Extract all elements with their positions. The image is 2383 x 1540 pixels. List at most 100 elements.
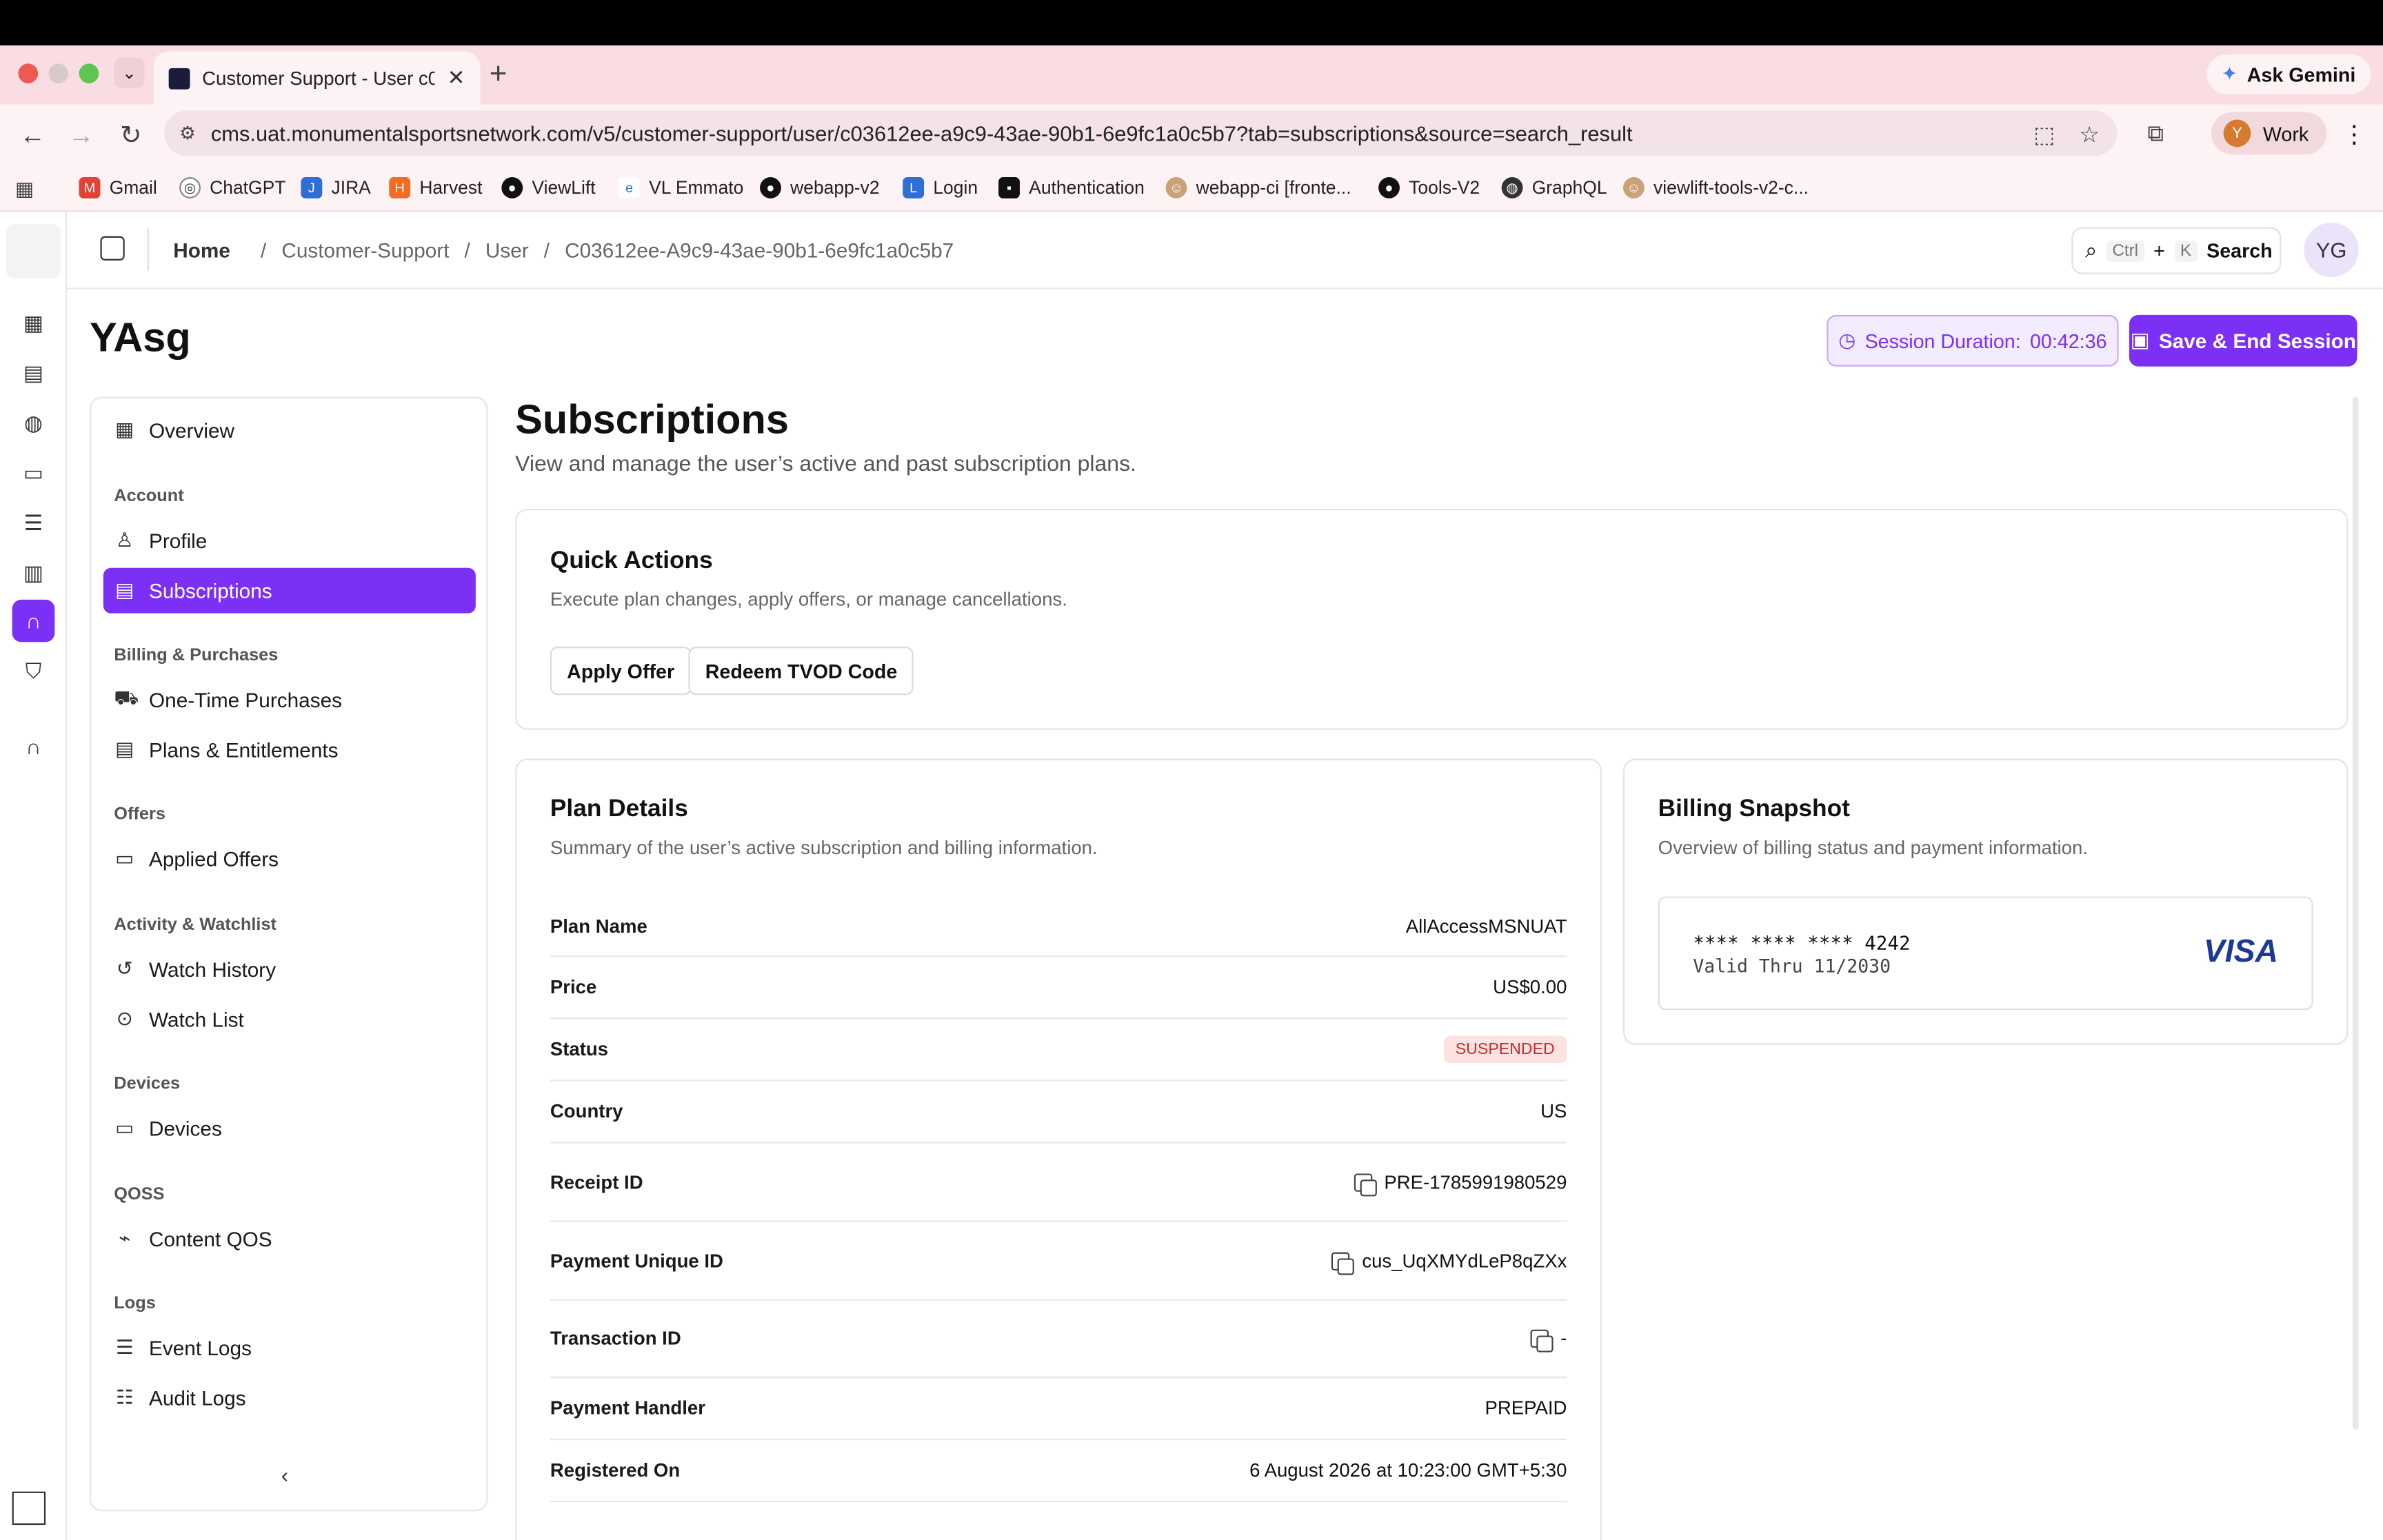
play-circle-icon: ⊙: [116, 1006, 133, 1030]
breadcrumb-home[interactable]: Home: [173, 239, 230, 262]
close-window-icon[interactable]: [18, 63, 39, 83]
nav-item-profile[interactable]: ♙ Profile: [103, 518, 476, 563]
redeem-tvod-code-button[interactable]: Redeem TVOD Code: [688, 646, 914, 696]
section-subtitle: View and manage the user’s active and pa…: [515, 452, 1136, 477]
nav-item-devices[interactable]: ▭ Devices: [103, 1106, 476, 1151]
bookmark-graphql[interactable]: ◍ GraphQL: [1501, 177, 1607, 199]
main-scrollbar[interactable]: [2352, 396, 2359, 1430]
plan-details-title: Plan Details: [550, 796, 688, 822]
screen: ⌄ Customer Support - User c03 ✕ + ✦ Ask …: [0, 0, 2383, 1540]
wallet-icon[interactable]: ▭: [12, 452, 55, 494]
nav-item-audit-logs[interactable]: ☷ Audit Logs: [103, 1375, 476, 1421]
bookmark-gmail[interactable]: M Gmail: [79, 177, 157, 199]
support-headset-icon[interactable]: ∩: [12, 725, 55, 768]
bookmark-tools-v2[interactable]: ● Tools-V2: [1378, 177, 1480, 199]
nav-item-one-time-purchases[interactable]: ⛟ One-Time Purchases: [103, 677, 476, 722]
tab-search-chevron-icon[interactable]: ⌄: [114, 57, 145, 88]
minimize-window-icon[interactable]: [48, 63, 69, 83]
bookmark-viewlift-tools[interactable]: ☺ viewlift-tools-v2-c...: [1622, 177, 1809, 199]
plan-row-value: US: [1540, 1101, 1567, 1122]
reload-icon[interactable]: ↻: [120, 121, 141, 152]
login-icon: L: [903, 177, 925, 199]
bookmark-jira[interactable]: J JIRA: [301, 177, 371, 199]
url-omnibox[interactable]: ⚙ cms.uat.monumentalsportsnetwork.com/v5…: [164, 110, 2118, 156]
maximize-window-icon[interactable]: [79, 63, 99, 83]
shield-icon[interactable]: ⛉: [12, 649, 55, 692]
session-duration-label: Session Duration:: [1864, 329, 2021, 352]
copy-icon[interactable]: [1331, 1251, 1355, 1275]
apply-offer-button[interactable]: Apply Offer: [550, 646, 692, 696]
nav-item-watch-list[interactable]: ⊙ Watch List: [103, 996, 476, 1042]
user-avatar[interactable]: YG: [2304, 222, 2359, 277]
extensions-puzzle-icon[interactable]: ⧉: [2147, 121, 2164, 147]
bookmark-webapp-v2[interactable]: ● webapp-v2: [760, 177, 880, 199]
nav-item-content-qos[interactable]: ⌁ Content QOS: [103, 1216, 476, 1262]
film-icon[interactable]: ▤: [12, 352, 55, 394]
plan-row-value: PRE-1785991980529: [1384, 1171, 1567, 1193]
bookmark-authentication[interactable]: ▪ Authentication: [998, 177, 1145, 199]
breadcrumb-separator: /: [543, 239, 550, 263]
close-tab-icon[interactable]: ✕: [448, 65, 465, 90]
bookmark-login[interactable]: L Login: [903, 177, 978, 199]
forward-arrow-icon[interactable]: →: [68, 121, 94, 152]
new-tab-plus-icon[interactable]: +: [490, 57, 507, 92]
browser-tab[interactable]: Customer Support - User c03 ✕: [153, 51, 481, 105]
headset-icon[interactable]: ∩: [12, 599, 55, 642]
apps-grid-icon[interactable]: ▦: [15, 177, 34, 201]
search-icon: ⌕: [2085, 237, 2098, 263]
nav-item-plans-entitlements[interactable]: ▤ Plans & Entitlements: [103, 727, 476, 772]
browser-menu-kebab-icon[interactable]: ⋮: [2342, 120, 2366, 150]
profile-label: Work: [2262, 121, 2309, 145]
sidebar-toggle-icon[interactable]: [100, 236, 125, 261]
collapse-sidebar-chevron-icon[interactable]: ‹: [281, 1463, 288, 1487]
nav-item-subscriptions[interactable]: ▤ Subscriptions: [103, 567, 476, 614]
copy-icon[interactable]: [1530, 1329, 1554, 1352]
plan-row-value: US$0.00: [1493, 976, 1567, 998]
breadcrumb-user[interactable]: User: [485, 239, 529, 262]
plan-row: Payment Handler PREPAID: [550, 1378, 1567, 1441]
plan-row-label: Receipt ID: [550, 1171, 643, 1193]
nav-item-watch-history[interactable]: ↺ Watch History: [103, 946, 476, 992]
layout-icon[interactable]: ▥: [12, 551, 55, 594]
ask-gemini-button[interactable]: ✦ Ask Gemini: [2206, 54, 2371, 94]
github-icon: ●: [760, 177, 781, 199]
bookmark-star-icon[interactable]: ☆: [2079, 121, 2100, 148]
globe-icon[interactable]: ◍: [12, 401, 55, 444]
breadcrumb-separator: /: [464, 239, 470, 263]
session-duration-badge: ◷ Session Duration: 00:42:36: [1827, 314, 2119, 367]
save-end-session-button[interactable]: ▣ Save & End Session: [2129, 314, 2357, 367]
tab-title: Customer Support - User c03: [202, 67, 435, 89]
card-valid-thru: Valid Thru 11/2030: [1693, 955, 1891, 977]
plan-row: Status SUSPENDED: [550, 1019, 1567, 1082]
breadcrumb-customer-support[interactable]: Customer-Support: [281, 239, 449, 262]
chatgpt-icon: ◎: [179, 177, 201, 199]
jenkins-icon: ☺: [1165, 177, 1187, 199]
breadcrumb-separator: /: [261, 239, 267, 263]
jira-icon: J: [301, 177, 323, 199]
profile-button[interactable]: Y Work: [2211, 112, 2327, 155]
overview-grid-icon: ▦: [115, 418, 134, 441]
bookmark-webapp-ci[interactable]: ☺ webapp-ci [fronte...: [1165, 177, 1351, 199]
nav-item-applied-offers[interactable]: ▭ Applied Offers: [103, 836, 476, 882]
install-app-icon[interactable]: ⬚: [2033, 121, 2055, 148]
dashboard-grid-icon[interactable]: ▦: [12, 301, 55, 344]
checklist-icon: ☷: [115, 1385, 134, 1408]
bookmark-viewlift[interactable]: ● ViewLift: [501, 177, 596, 199]
plan-row: Payment Unique ID cus_UqXMYdLeP8qZXx: [550, 1222, 1567, 1301]
kbd-plus: +: [2153, 239, 2165, 263]
session-duration-value: 00:42:36: [2029, 329, 2107, 352]
copy-icon[interactable]: [1354, 1173, 1377, 1196]
bookmark-vl-emmato[interactable]: e VL Emmato: [619, 177, 743, 199]
plan-row-label: Payment Unique ID: [550, 1250, 723, 1272]
sliders-icon[interactable]: ☰: [12, 501, 55, 544]
nav-item-overview[interactable]: ▦ Overview: [103, 407, 476, 453]
global-search-button[interactable]: ⌕ Ctrl + K Search: [2071, 227, 2282, 274]
site-settings-icon[interactable]: ⚙: [179, 123, 196, 144]
back-arrow-icon[interactable]: ←: [20, 121, 46, 152]
nav-group-activity: Activity & Watchlist: [114, 916, 277, 935]
visa-logo-icon: VISA: [2203, 934, 2278, 969]
bookmark-harvest[interactable]: H Harvest: [389, 177, 482, 199]
quick-actions-title: Quick Actions: [550, 548, 713, 574]
nav-item-event-logs[interactable]: ☰ Event Logs: [103, 1325, 476, 1370]
bookmark-chatgpt[interactable]: ◎ ChatGPT: [179, 177, 285, 199]
